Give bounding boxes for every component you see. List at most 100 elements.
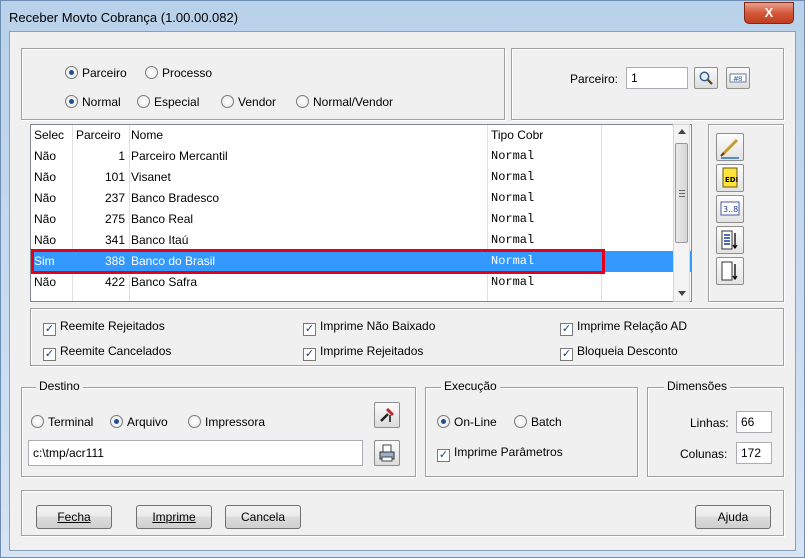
imprime-button[interactable]: Imprime bbox=[136, 505, 212, 529]
destino-legend: Destino bbox=[36, 379, 83, 393]
cell-nome: Parceiro Mercantil bbox=[131, 149, 228, 163]
cell-selec: Não bbox=[34, 212, 57, 226]
cancela-button[interactable]: Cancela bbox=[225, 505, 301, 529]
radio-batch[interactable]: Batch bbox=[514, 415, 562, 429]
checkmark-icon: ✓ bbox=[43, 348, 56, 361]
checkbox-bloqueia-desconto[interactable]: ✓ Bloqueia Desconto bbox=[560, 344, 678, 361]
checkbox-imprime-parametros[interactable]: ✓ Imprime Parâmetros bbox=[437, 445, 563, 462]
radio-on-line[interactable]: On-Line bbox=[437, 415, 497, 429]
table-row[interactable]: Não 341 Banco Itaú Normal bbox=[31, 230, 691, 251]
colunas-input[interactable]: 172 bbox=[736, 442, 772, 464]
col-parceiro-header[interactable]: Parceiro bbox=[76, 128, 121, 142]
table-row[interactable]: Não 1 Parceiro Mercantil Normal bbox=[31, 146, 691, 167]
svg-text:8: 8 bbox=[738, 75, 742, 83]
radio-icon bbox=[110, 415, 123, 428]
checkbox-reemite-cancelados[interactable]: ✓ Reemite Cancelados bbox=[43, 344, 171, 361]
table-row[interactable]: Não 237 Banco Bradesco Normal bbox=[31, 188, 691, 209]
radio-vendor[interactable]: Vendor bbox=[221, 95, 276, 109]
radio-icon bbox=[296, 95, 309, 108]
edit-pencil-icon[interactable] bbox=[716, 133, 744, 161]
cell-nome: Banco Bradesco bbox=[131, 191, 220, 205]
cell-parceiro: 101 bbox=[104, 170, 125, 184]
parceiro-label: Parceiro: bbox=[570, 72, 619, 86]
checkmark-icon: ✓ bbox=[303, 348, 316, 361]
edi-document-icon[interactable]: EDI bbox=[716, 164, 744, 192]
cell-tipo: Normal bbox=[491, 275, 535, 289]
linhas-label: Linhas: bbox=[690, 416, 729, 430]
scroll-thumb[interactable] bbox=[675, 143, 688, 243]
radio-especial[interactable]: Especial bbox=[137, 95, 199, 109]
ajuda-button[interactable]: Ajuda bbox=[695, 505, 771, 529]
col-tipo-header[interactable]: Tipo Cobr bbox=[491, 128, 543, 142]
radio-icon bbox=[221, 95, 234, 108]
parceiro-input[interactable]: 1 bbox=[626, 67, 688, 89]
linhas-input[interactable]: 66 bbox=[736, 411, 772, 433]
radio-parceiro[interactable]: Parceiro bbox=[65, 66, 127, 80]
checkmark-icon: ✓ bbox=[560, 323, 573, 336]
cell-nome: Banco Itaú bbox=[131, 233, 189, 247]
radio-arquivo[interactable]: Arquivo bbox=[110, 415, 168, 429]
radio-icon bbox=[65, 66, 78, 79]
table-row[interactable]: Não 422 Banco Safra Normal bbox=[31, 272, 691, 293]
cell-tipo: Normal bbox=[491, 212, 535, 226]
number-range-icon[interactable]: 3..8 bbox=[716, 195, 744, 223]
cell-tipo: Normal bbox=[491, 149, 535, 163]
parceiro-grid[interactable]: Selec Parceiro Nome Tipo Cobr Não 1 Parc… bbox=[30, 124, 692, 302]
search-icon[interactable] bbox=[694, 67, 718, 89]
col-nome-header[interactable]: Nome bbox=[131, 128, 163, 142]
radio-icon bbox=[65, 95, 78, 108]
execucao-group bbox=[425, 387, 638, 477]
id-list-icon[interactable]: #8 bbox=[726, 67, 750, 89]
table-row[interactable]: Não 101 Visanet Normal bbox=[31, 167, 691, 188]
radio-icon bbox=[31, 415, 44, 428]
radio-processo[interactable]: Processo bbox=[145, 66, 212, 80]
svg-text:EDI: EDI bbox=[725, 176, 738, 184]
radio-icon bbox=[137, 95, 150, 108]
table-row[interactable]: Não 275 Banco Real Normal bbox=[31, 209, 691, 230]
radio-icon bbox=[437, 415, 450, 428]
cell-tipo: Normal bbox=[491, 170, 535, 184]
grid-scrollbar[interactable] bbox=[673, 124, 690, 302]
window-title: Receber Movto Cobrança (1.00.00.082) bbox=[9, 10, 239, 25]
cell-nome: Visanet bbox=[131, 170, 171, 184]
destino-path-input[interactable]: c:\tmp/acr111 bbox=[28, 440, 363, 466]
sort-blank-icon[interactable] bbox=[716, 257, 744, 285]
col-selec-header[interactable]: Selec bbox=[34, 128, 64, 142]
checkmark-icon: ✓ bbox=[560, 348, 573, 361]
cell-selec: Não bbox=[34, 149, 57, 163]
tools-icon[interactable] bbox=[374, 402, 400, 428]
close-button[interactable]: X bbox=[744, 2, 794, 24]
cell-parceiro: 422 bbox=[104, 275, 125, 289]
cell-tipo: Normal bbox=[491, 233, 535, 247]
title-bar[interactable]: Receber Movto Cobrança (1.00.00.082) X bbox=[1, 1, 804, 31]
fecha-button[interactable]: Fecha bbox=[36, 505, 112, 529]
checkmark-icon: ✓ bbox=[43, 323, 56, 336]
checkmark-icon: ✓ bbox=[303, 323, 316, 336]
dimensoes-legend: Dimensões bbox=[664, 379, 731, 393]
checkbox-reemite-rejeitados[interactable]: ✓ Reemite Rejeitados bbox=[43, 319, 165, 336]
checkbox-imprime-relacao-ad[interactable]: ✓ Imprime Relação AD bbox=[560, 319, 687, 336]
cell-selec: Não bbox=[34, 170, 57, 184]
sort-list-icon[interactable] bbox=[716, 226, 744, 254]
cell-tipo: Normal bbox=[491, 191, 535, 205]
cell-selec: Não bbox=[34, 191, 57, 205]
cell-selec: Não bbox=[34, 275, 57, 289]
cell-nome: Banco Real bbox=[131, 212, 194, 226]
checkmark-icon: ✓ bbox=[437, 449, 450, 462]
scroll-down-icon[interactable] bbox=[678, 291, 686, 296]
scroll-up-icon[interactable] bbox=[678, 129, 686, 134]
colunas-label: Colunas: bbox=[680, 447, 728, 461]
grid-header: Selec Parceiro Nome Tipo Cobr bbox=[31, 125, 691, 146]
radio-normal-vendor[interactable]: Normal/Vendor bbox=[296, 95, 393, 109]
dialog-window: Receber Movto Cobrança (1.00.00.082) X P… bbox=[0, 0, 805, 558]
execucao-legend: Execução bbox=[441, 379, 500, 393]
radio-icon bbox=[514, 415, 527, 428]
radio-normal[interactable]: Normal bbox=[65, 95, 121, 109]
radio-terminal[interactable]: Terminal bbox=[31, 415, 93, 429]
client-area: Parceiro Processo Normal Especial Vendor… bbox=[9, 31, 796, 551]
printer-file-icon[interactable] bbox=[374, 440, 400, 466]
checkbox-imprime-nao-baixado[interactable]: ✓ Imprime Não Baixado bbox=[303, 319, 435, 336]
radio-impressora[interactable]: Impressora bbox=[188, 415, 265, 429]
svg-text:3..8: 3..8 bbox=[723, 205, 738, 214]
checkbox-imprime-rejeitados[interactable]: ✓ Imprime Rejeitados bbox=[303, 344, 423, 361]
